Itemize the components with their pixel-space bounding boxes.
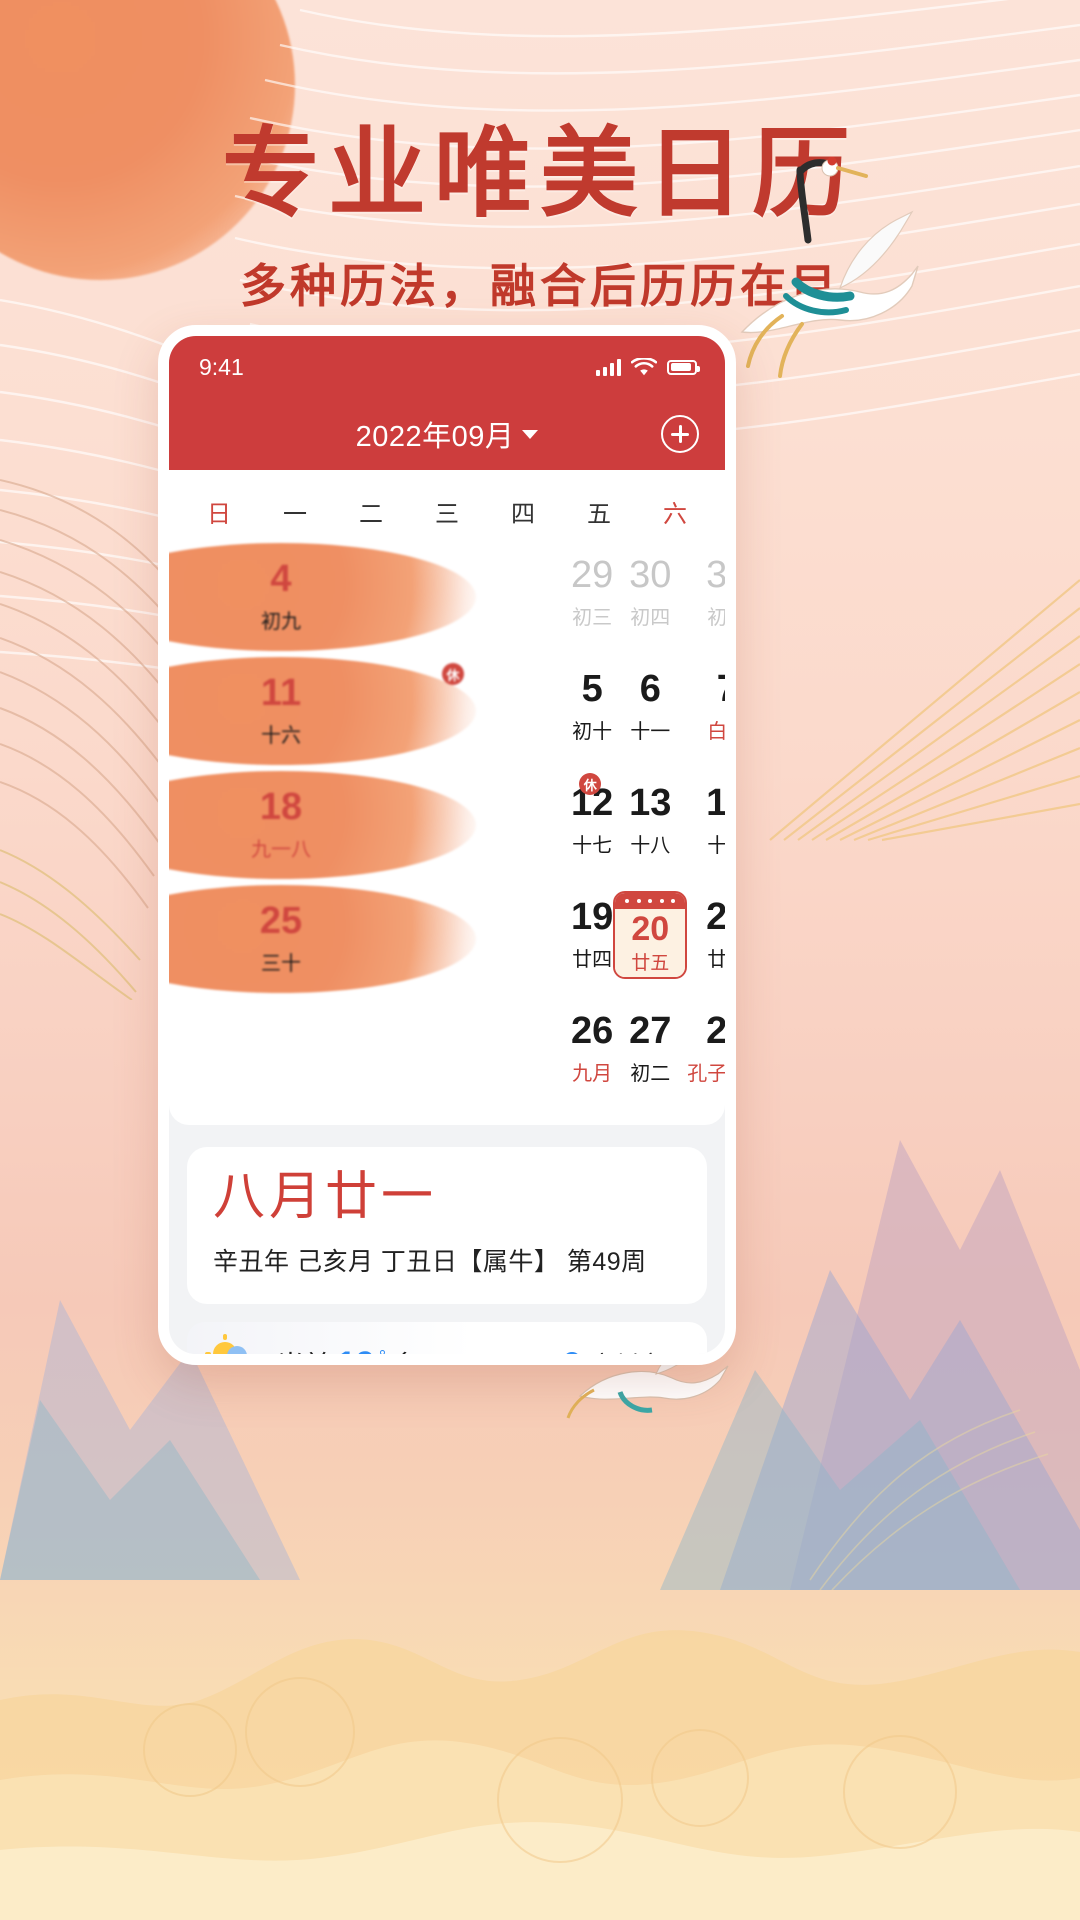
day-number: 6 <box>639 667 661 710</box>
weather-text: 当前 19 ° 多云 <box>277 1344 446 1354</box>
weather-condition: 多云 <box>392 1344 446 1354</box>
calendar-day-cell[interactable]: 11 十六 休 <box>169 657 476 765</box>
weekday-fri: 五 <box>587 501 611 528</box>
weather-bar[interactable]: 当前 19 ° 多云 广州市 <box>187 1322 707 1354</box>
day-lunar: 十七 <box>572 835 613 858</box>
day-number: 4 <box>270 557 292 600</box>
day-lunar: 十八 <box>630 835 671 858</box>
day-lunar: 廿六 <box>707 943 725 972</box>
day-lunar: 十九 <box>707 829 725 858</box>
day-number: 13 <box>629 781 672 824</box>
chevron-down-icon <box>522 429 539 439</box>
day-number: 11 <box>260 671 302 714</box>
weather-location[interactable]: 广州市 <box>562 1346 683 1354</box>
lunar-date-detail: 辛丑年 己亥月 丁丑日【属牛】 第49周 <box>213 1248 647 1277</box>
calendar-day-cell[interactable]: 20 廿五 <box>613 881 688 989</box>
partly-cloudy-icon <box>205 1334 261 1354</box>
calendar-icon-body: 20 廿五 <box>615 909 686 977</box>
day-lunar: 三十 <box>261 953 301 976</box>
calendar-day-cell[interactable]: 28 孔子诞辰 <box>687 995 725 1103</box>
status-indicators <box>596 357 700 377</box>
wifi-icon <box>631 357 657 375</box>
weather-prefix: 当前 <box>277 1344 331 1354</box>
day-number: 31 <box>706 555 725 596</box>
battery-icon <box>667 359 700 375</box>
day-lunar: 初二 <box>630 1063 671 1086</box>
calendar-day-cell[interactable]: 27 初二 <box>613 995 687 1103</box>
status-time: 9:41 <box>199 353 244 380</box>
calendar-day-cell[interactable]: 5 初十 <box>571 653 613 761</box>
day-lunar: 九一八 <box>251 839 311 862</box>
city-name: 广州市 <box>589 1346 664 1354</box>
day-lunar: 廿四 <box>572 949 613 972</box>
day-lunar: 廿五 <box>631 952 670 974</box>
weekday-thu: 四 <box>511 501 535 528</box>
day-number: 28 <box>706 1011 725 1052</box>
calendar-grid: 28初二29初三30初四31初五1初六2初七3抗战胜利4初九5初十6十一7白露8… <box>169 539 725 1103</box>
app-screen: 9:41 2022年09月 日 一 二 三 四 五 六 29 初三 30 初四 … <box>169 336 725 1354</box>
phone-mockup: 9:41 2022年09月 日 一 二 三 四 五 六 29 初三 30 初四 … <box>158 325 736 1365</box>
day-number: 30 <box>629 553 672 596</box>
weekday-mon: 一 <box>283 501 307 528</box>
day-lunar: 孔子诞辰 <box>687 1063 725 1086</box>
weather-info: 当前 19 ° 多云 <box>205 1334 446 1354</box>
calendar-icon-binding <box>615 893 686 909</box>
day-number: 14 <box>706 783 725 824</box>
calendar-day-cell[interactable]: 19 廿四 <box>571 881 613 989</box>
add-event-button[interactable] <box>661 415 699 453</box>
day-lunar: 十六 <box>261 725 301 748</box>
day-lunar: 白露 <box>707 715 725 744</box>
cellular-signal-icon <box>596 358 621 376</box>
lunar-date-title: 八月廿一 <box>213 1167 438 1227</box>
calendar-day-cell[interactable]: 26 九月 <box>571 995 613 1103</box>
location-pin-icon <box>562 1352 581 1354</box>
day-number: 20 <box>631 909 670 948</box>
weekday-sat: 六 <box>663 501 687 528</box>
calendar-day-cell[interactable]: 18 九一八 <box>169 771 476 879</box>
calendar-day-cell[interactable]: 25 三十 <box>169 885 476 993</box>
rest-day-badge: 休 <box>442 663 464 685</box>
calendar-day-cell[interactable]: 29 初三 <box>571 539 613 647</box>
day-number: 26 <box>571 1009 614 1052</box>
calendar-day-cell[interactable]: 13 十八 <box>613 767 687 875</box>
day-lunar: 九月 <box>572 1063 613 1086</box>
day-lunar: 初四 <box>630 607 671 630</box>
calendar-card: 日 一 二 三 四 五 六 28初二29初三30初四31初五1初六2初七3抗战胜… <box>169 470 725 1125</box>
calendar-day-icon-box: 20 廿五 <box>613 891 688 979</box>
day-lunar: 初五 <box>707 601 725 630</box>
weekday-wed: 三 <box>435 501 459 528</box>
status-bar: 9:41 <box>169 336 725 398</box>
weather-temperature: 19 <box>337 1345 375 1354</box>
day-number: 7 <box>717 669 725 710</box>
golden-rays-decoration <box>769 579 1080 842</box>
day-number: 5 <box>581 667 603 710</box>
calendar-day-cell[interactable]: 14 十九 <box>687 767 725 875</box>
day-number: 27 <box>629 1009 672 1052</box>
day-lunar: 初三 <box>572 607 613 630</box>
day-lunar: 十一 <box>630 721 671 744</box>
calendar-day-cell[interactable]: 7 白露 <box>687 653 725 761</box>
day-number: 18 <box>259 785 303 828</box>
month-selector[interactable]: 2022年09月 <box>356 413 539 455</box>
weekday-tue: 二 <box>359 501 383 528</box>
app-navbar: 2022年09月 <box>169 398 725 470</box>
calendar-day-cell[interactable]: 31 初五 <box>687 539 725 647</box>
degree-symbol: ° <box>379 1347 386 1354</box>
calendar-day-cell[interactable]: 21 廿六 <box>687 881 725 989</box>
weekday-sun: 日 <box>207 501 231 528</box>
day-number: 19 <box>571 895 614 938</box>
weekday-header: 日 一 二 三 四 五 六 <box>181 480 713 539</box>
month-title: 2022年09月 <box>355 421 515 453</box>
day-lunar: 初九 <box>261 611 301 634</box>
day-number: 29 <box>571 553 614 596</box>
calendar-day-cell[interactable]: 6 十一 <box>613 653 687 761</box>
lunar-info-card[interactable]: 八月廿一 辛丑年 己亥月 丁丑日【属牛】 第49周 <box>187 1147 707 1305</box>
day-lunar: 初十 <box>572 721 613 744</box>
calendar-day-cell[interactable]: 12 十七休 <box>571 767 613 875</box>
cloud-decoration <box>0 1630 1080 1920</box>
calendar-day-cell[interactable]: 30 初四 <box>613 539 687 647</box>
plus-icon <box>671 425 689 443</box>
day-number: 21 <box>706 897 725 938</box>
day-number: 25 <box>259 899 303 942</box>
